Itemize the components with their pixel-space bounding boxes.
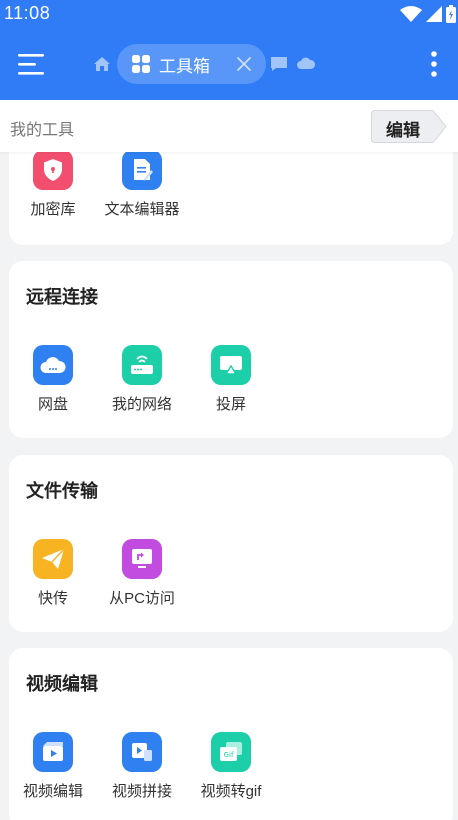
- tool-label: 文本编辑器: [104, 201, 180, 218]
- svg-text:Gif: Gif: [224, 751, 234, 759]
- battery-icon: [446, 5, 456, 23]
- tool-pc-access[interactable]: 从PC访问: [98, 539, 186, 619]
- paper-plane-icon: [33, 539, 73, 579]
- section-card-remote: 远程连接 网盘 我的网络 投屏: [9, 261, 453, 438]
- tool-video-to-gif[interactable]: Gif 视频转gif: [187, 732, 275, 812]
- edit-button[interactable]: 编辑: [371, 110, 447, 143]
- tool-text-editor[interactable]: 文本编辑器: [98, 150, 186, 230]
- signal-icon: [426, 6, 442, 22]
- section-title: 视频编辑: [26, 674, 98, 694]
- menu-icon[interactable]: [14, 48, 50, 80]
- close-icon[interactable]: [236, 56, 252, 72]
- tool-video-edit[interactable]: 视频编辑: [9, 732, 97, 812]
- tool-my-network[interactable]: 我的网络: [98, 345, 186, 425]
- tool-label: 从PC访问: [109, 590, 175, 607]
- tab-label: 工具箱: [159, 56, 210, 76]
- my-tools-title: 我的工具: [10, 122, 75, 139]
- router-icon: [122, 345, 162, 385]
- cloud-icon[interactable]: [296, 56, 316, 70]
- message-icon[interactable]: [270, 56, 288, 72]
- gif-convert-icon: Gif: [211, 732, 251, 772]
- screen-cast-icon: [211, 345, 251, 385]
- tool-screen-cast[interactable]: 投屏: [187, 345, 275, 425]
- section-card-file-transfer: 文件传输 快传 从PC访问: [9, 455, 453, 632]
- cloud-icon: [33, 345, 73, 385]
- tool-cloud-drive[interactable]: 网盘: [9, 345, 97, 425]
- system-indicators: [400, 5, 456, 23]
- section-title: 文件传输: [26, 481, 98, 501]
- status-bar: 11:08: [0, 0, 458, 28]
- tool-encrypted-vault[interactable]: 加密库: [9, 150, 97, 230]
- tool-video-merge[interactable]: 视频拼接: [98, 732, 186, 812]
- document-edit-icon: [122, 150, 162, 190]
- my-tools-header: 我的工具 编辑: [0, 100, 458, 152]
- more-options-icon[interactable]: [426, 50, 442, 80]
- section-title: 远程连接: [26, 287, 98, 307]
- tab-toolbox[interactable]: 工具箱: [117, 44, 266, 84]
- tool-label: 视频转gif: [200, 783, 262, 800]
- grid-icon: [132, 55, 150, 73]
- video-edit-icon: [33, 732, 73, 772]
- tool-quick-send[interactable]: 快传: [9, 539, 97, 619]
- wifi-icon: [400, 6, 422, 22]
- video-merge-icon: [122, 732, 162, 772]
- section-card-video-edit: 视频编辑 视频编辑 视频拼接 Gif 视频转gif: [9, 648, 453, 820]
- shield-lock-icon: [33, 150, 73, 190]
- status-time: 11:08: [4, 3, 51, 23]
- tool-label: 投屏: [215, 396, 246, 413]
- edit-label: 编辑: [386, 121, 420, 140]
- home-icon[interactable]: [92, 54, 112, 74]
- pc-access-icon: [122, 539, 162, 579]
- app-bar: 工具箱: [0, 28, 458, 100]
